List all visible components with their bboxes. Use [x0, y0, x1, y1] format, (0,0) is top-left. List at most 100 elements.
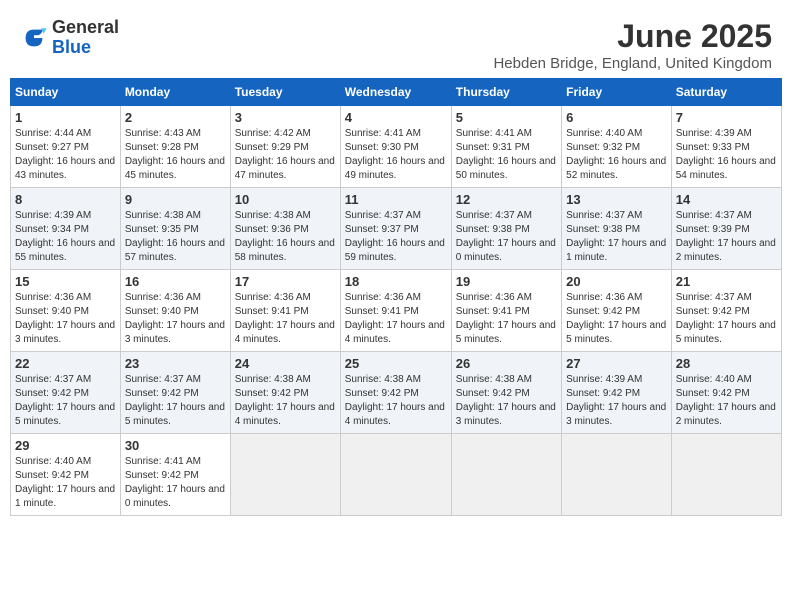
day-number: 12: [456, 192, 557, 207]
calendar-cell: [562, 434, 672, 516]
calendar-cell: [230, 434, 340, 516]
day-info: Sunrise: 4:40 AMSunset: 9:32 PMDaylight:…: [566, 127, 667, 183]
calendar-cell: 24 Sunrise: 4:38 AMSunset: 9:42 PMDayligh…: [230, 352, 340, 434]
col-friday: Friday: [562, 79, 672, 106]
calendar-cell: 15 Sunrise: 4:36 AMSunset: 9:40 PMDayligh…: [11, 270, 121, 352]
day-info: Sunrise: 4:36 AMSunset: 9:41 PMDaylight:…: [456, 291, 557, 347]
day-info: Sunrise: 4:39 AMSunset: 9:42 PMDaylight:…: [566, 373, 667, 429]
calendar-cell: 25 Sunrise: 4:38 AMSunset: 9:42 PMDayligh…: [340, 352, 451, 434]
day-info: Sunrise: 4:40 AMSunset: 9:42 PMDaylight:…: [15, 455, 116, 511]
page-header: General Blue June 2025 Hebden Bridge, En…: [10, 10, 782, 72]
day-info: Sunrise: 4:38 AMSunset: 9:42 PMDaylight:…: [235, 373, 336, 429]
day-info: Sunrise: 4:36 AMSunset: 9:41 PMDaylight:…: [235, 291, 336, 347]
calendar-cell: 27 Sunrise: 4:39 AMSunset: 9:42 PMDayligh…: [562, 352, 672, 434]
calendar-cell: 29Sunrise: 4:40 AMSunset: 9:42 PMDayligh…: [11, 434, 121, 516]
day-info: Sunrise: 4:38 AMSunset: 9:42 PMDaylight:…: [345, 373, 447, 429]
calendar-cell: 22Sunrise: 4:37 AMSunset: 9:42 PMDayligh…: [11, 352, 121, 434]
calendar-cell: 3 Sunrise: 4:42 AMSunset: 9:29 PMDaylight…: [230, 106, 340, 188]
day-number: 24: [235, 356, 336, 371]
month-title: June 2025: [493, 18, 772, 55]
location: Hebden Bridge, England, United Kingdom: [493, 55, 772, 72]
day-info: Sunrise: 4:38 AMSunset: 9:42 PMDaylight:…: [456, 373, 557, 429]
calendar-cell: 6 Sunrise: 4:40 AMSunset: 9:32 PMDaylight…: [562, 106, 672, 188]
calendar-cell: [671, 434, 781, 516]
day-info: Sunrise: 4:39 AMSunset: 9:34 PMDaylight:…: [15, 209, 116, 265]
day-number: 7: [676, 110, 777, 125]
calendar-cell: [340, 434, 451, 516]
calendar-cell: 14 Sunrise: 4:37 AMSunset: 9:39 PMDayligh…: [671, 188, 781, 270]
day-number: 6: [566, 110, 667, 125]
calendar-cell: 10 Sunrise: 4:38 AMSunset: 9:36 PMDayligh…: [230, 188, 340, 270]
calendar-week-row: 15 Sunrise: 4:36 AMSunset: 9:40 PMDayligh…: [11, 270, 782, 352]
calendar-cell: [451, 434, 561, 516]
col-wednesday: Wednesday: [340, 79, 451, 106]
day-number: 17: [235, 274, 336, 289]
calendar-cell: 9Sunrise: 4:38 AMSunset: 9:35 PMDaylight…: [120, 188, 230, 270]
day-info: Sunrise: 4:37 AMSunset: 9:37 PMDaylight:…: [345, 209, 447, 265]
logo-general: General: [52, 17, 119, 37]
calendar-cell: 8 Sunrise: 4:39 AMSunset: 9:34 PMDaylight…: [11, 188, 121, 270]
calendar-week-row: 8 Sunrise: 4:39 AMSunset: 9:34 PMDaylight…: [11, 188, 782, 270]
day-info: Sunrise: 4:37 AMSunset: 9:39 PMDaylight:…: [676, 209, 777, 265]
logo-icon: [20, 24, 48, 52]
day-number: 4: [345, 110, 447, 125]
calendar-cell: 17 Sunrise: 4:36 AMSunset: 9:41 PMDayligh…: [230, 270, 340, 352]
col-monday: Monday: [120, 79, 230, 106]
day-number: 20: [566, 274, 667, 289]
calendar-cell: 1Sunrise: 4:44 AMSunset: 9:27 PMDaylight…: [11, 106, 121, 188]
day-number: 22: [15, 356, 116, 371]
calendar-cell: 12 Sunrise: 4:37 AMSunset: 9:38 PMDayligh…: [451, 188, 561, 270]
title-block: June 2025 Hebden Bridge, England, United…: [493, 18, 772, 72]
calendar-cell: 13Sunrise: 4:37 AMSunset: 9:38 PMDayligh…: [562, 188, 672, 270]
calendar-cell: 28Sunrise: 4:40 AMSunset: 9:42 PMDayligh…: [671, 352, 781, 434]
day-info: Sunrise: 4:41 AMSunset: 9:31 PMDaylight:…: [456, 127, 557, 183]
day-number: 9: [125, 192, 226, 207]
calendar-header-row: Sunday Monday Tuesday Wednesday Thursday…: [11, 79, 782, 106]
col-thursday: Thursday: [451, 79, 561, 106]
day-number: 10: [235, 192, 336, 207]
calendar-cell: 20 Sunrise: 4:36 AMSunset: 9:42 PMDayligh…: [562, 270, 672, 352]
day-number: 16: [125, 274, 226, 289]
calendar-cell: 16 Sunrise: 4:36 AMSunset: 9:40 PMDayligh…: [120, 270, 230, 352]
day-number: 26: [456, 356, 557, 371]
day-number: 5: [456, 110, 557, 125]
col-tuesday: Tuesday: [230, 79, 340, 106]
day-info: Sunrise: 4:39 AMSunset: 9:33 PMDaylight:…: [676, 127, 777, 183]
day-info: Sunrise: 4:37 AMSunset: 9:38 PMDaylight:…: [456, 209, 557, 265]
day-number: 30: [125, 438, 226, 453]
day-number: 21: [676, 274, 777, 289]
day-info: Sunrise: 4:37 AMSunset: 9:38 PMDaylight:…: [566, 209, 667, 265]
col-sunday: Sunday: [11, 79, 121, 106]
day-info: Sunrise: 4:41 AMSunset: 9:30 PMDaylight:…: [345, 127, 447, 183]
day-info: Sunrise: 4:42 AMSunset: 9:29 PMDaylight:…: [235, 127, 336, 183]
day-info: Sunrise: 4:36 AMSunset: 9:40 PMDaylight:…: [125, 291, 226, 347]
calendar-cell: 18Sunrise: 4:36 AMSunset: 9:41 PMDayligh…: [340, 270, 451, 352]
calendar-cell: 21Sunrise: 4:37 AMSunset: 9:42 PMDayligh…: [671, 270, 781, 352]
day-number: 15: [15, 274, 116, 289]
calendar-cell: 26 Sunrise: 4:38 AMSunset: 9:42 PMDayligh…: [451, 352, 561, 434]
day-number: 23: [125, 356, 226, 371]
calendar-cell: 23 Sunrise: 4:37 AMSunset: 9:42 PMDayligh…: [120, 352, 230, 434]
day-number: 2: [125, 110, 226, 125]
day-number: 25: [345, 356, 447, 371]
day-number: 18: [345, 274, 447, 289]
day-number: 8: [15, 192, 116, 207]
logo-blue: Blue: [52, 37, 91, 57]
day-number: 3: [235, 110, 336, 125]
calendar-cell: 7 Sunrise: 4:39 AMSunset: 9:33 PMDaylight…: [671, 106, 781, 188]
logo-text: General Blue: [52, 18, 119, 58]
logo: General Blue: [20, 18, 119, 58]
day-info: Sunrise: 4:36 AMSunset: 9:42 PMDaylight:…: [566, 291, 667, 347]
day-info: Sunrise: 4:37 AMSunset: 9:42 PMDaylight:…: [125, 373, 226, 429]
day-number: 14: [676, 192, 777, 207]
calendar-week-row: 22 Sunrise: 4:37 AMSunset: 9:42 PMDayligh…: [11, 352, 782, 434]
day-number: 27: [566, 356, 667, 371]
calendar-cell: 5 Sunrise: 4:41 AMSunset: 9:31 PMDaylight…: [451, 106, 561, 188]
day-info: Sunrise: 4:38 AMSunset: 9:36 PMDaylight:…: [235, 209, 336, 265]
calendar-week-row: 1Sunrise: 4:44 AMSunset: 9:27 PMDaylight…: [11, 106, 782, 188]
calendar-cell: 11Sunrise: 4:37 AMSunset: 9:37 PMDayligh…: [340, 188, 451, 270]
day-info: Sunrise: 4:44 AMSunset: 9:27 PMDaylight:…: [15, 127, 116, 183]
day-info: Sunrise: 4:36 AMSunset: 9:40 PMDaylight:…: [15, 291, 116, 347]
calendar-cell: 30Sunrise: 4:41 AMSunset: 9:42 PMDayligh…: [120, 434, 230, 516]
day-info: Sunrise: 4:40 AMSunset: 9:42 PMDaylight:…: [676, 373, 777, 429]
